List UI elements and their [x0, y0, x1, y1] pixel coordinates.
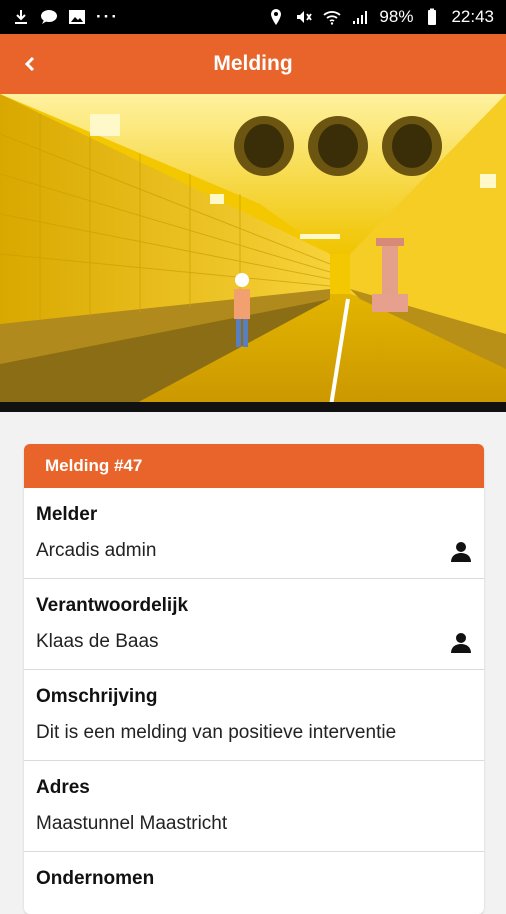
app-bar: Melding: [0, 34, 506, 94]
download-icon: [12, 8, 30, 26]
wifi-icon: [323, 8, 342, 26]
battery-icon: [423, 8, 441, 26]
battery-percentage: 98%: [379, 7, 414, 26]
melder-label: Melder: [36, 504, 98, 525]
status-bar-left: ···: [12, 7, 119, 27]
person-icon[interactable]: [450, 632, 472, 654]
melder-row: Melder Arcadis admin: [24, 488, 484, 579]
person-icon[interactable]: [450, 541, 472, 563]
melder-value: Arcadis admin: [36, 540, 157, 561]
melding-card-header: Melding #47: [24, 444, 484, 488]
image-icon: [68, 8, 86, 26]
mute-icon: [295, 8, 313, 26]
status-bar: ··· 98% 22:43: [0, 0, 506, 34]
omschrijving-value: Dit is een melding van positieve interve…: [36, 722, 397, 743]
page-title: Melding: [213, 52, 293, 75]
ondernomen-row: Ondernomen: [24, 852, 484, 914]
ondernomen-label: Ondernomen: [36, 868, 155, 889]
hero-image: [0, 94, 506, 412]
status-bar-right: 98% 22:43: [267, 7, 494, 27]
verantwoordelijk-row: Verantwoordelijk Klaas de Baas: [24, 579, 484, 670]
location-icon: [267, 8, 285, 26]
omschrijving-row: Omschrijving Dit is een melding van posi…: [24, 670, 484, 761]
back-button[interactable]: [22, 49, 54, 79]
more-icon: ···: [96, 7, 119, 26]
adres-value: Maastunnel Maastricht: [36, 813, 228, 834]
signal-icon: [351, 8, 369, 26]
verantwoordelijk-value: Klaas de Baas: [36, 631, 159, 652]
chevron-left-icon: [24, 56, 35, 72]
adres-row: Adres Maastunnel Maastricht: [24, 761, 484, 852]
melding-card: Melding #47 Melder Arcadis admin Verantw…: [24, 444, 484, 914]
message-icon: [40, 8, 58, 26]
omschrijving-label: Omschrijving: [36, 686, 158, 707]
adres-label: Adres: [36, 777, 90, 798]
verantwoordelijk-label: Verantwoordelijk: [36, 595, 189, 616]
clock: 22:43: [451, 7, 494, 26]
